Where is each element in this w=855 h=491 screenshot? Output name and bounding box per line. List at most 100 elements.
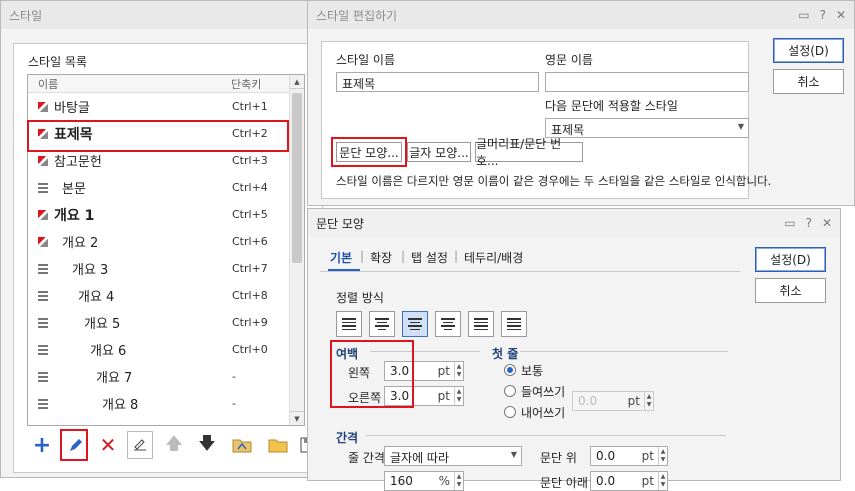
style-list-row[interactable]: 개요 1 Ctrl+5 [28, 201, 290, 228]
radio-indent[interactable] [504, 385, 516, 397]
style-name-field[interactable]: 표제목 [336, 72, 539, 92]
style-list-row[interactable]: 개요 7 - [28, 363, 290, 390]
style-name: 개요 8 [102, 398, 139, 413]
char-shape-button[interactable]: 글자 모양... [407, 142, 471, 162]
indent-indent-label: 들여쓰기 [521, 385, 566, 399]
edit-ok-button[interactable]: 설정(D) [773, 38, 844, 63]
style-list-row[interactable]: 개요 5 Ctrl+9 [28, 309, 290, 336]
para-ok-button[interactable]: 설정(D) [755, 247, 826, 272]
right-margin-unit: pt [437, 389, 450, 403]
style-list-title: 스타일 목록 [28, 55, 88, 69]
edit-button-highlight [60, 429, 88, 461]
style-shortcut: - [232, 370, 236, 383]
style-window-title: 스타일 [9, 8, 43, 23]
tab-extended[interactable]: 확장 [370, 249, 392, 266]
style-name: 개요 1 [54, 207, 95, 224]
style-name: 참고문헌 [54, 155, 102, 170]
tab-tab-settings[interactable]: 탭 설정 [411, 249, 448, 266]
add-style-icon[interactable]: + [29, 431, 55, 459]
style-shortcut: - [232, 397, 236, 410]
spin-arrows-icon[interactable]: ▲ ▼ [454, 387, 463, 405]
paragraph-shape-window: 문단 모양 ▭ ? ✕ 기본 | 확장 | 탭 설정 | 테두리/배경 정렬 방… [307, 208, 841, 491]
para-above-value: 0.0 [596, 449, 616, 463]
style-name-label: 스타일 이름 [336, 53, 396, 67]
comment-icon[interactable]: ▭ [784, 216, 795, 230]
style-list-row[interactable]: 개요 4 Ctrl+8 [28, 282, 290, 309]
style-list-row[interactable]: 개요 3 Ctrl+7 [28, 255, 290, 282]
style-name: 개요 3 [72, 263, 109, 278]
tab-border-background[interactable]: 테두리/배경 [464, 249, 523, 266]
style-list-row[interactable]: 개요 8 - [28, 390, 290, 417]
english-name-field[interactable] [545, 72, 749, 92]
align-justify-icon[interactable] [336, 311, 362, 337]
style-list-row[interactable]: 바탕글 Ctrl+1 [28, 93, 290, 120]
open-folder-icon[interactable] [265, 431, 291, 459]
move-up-icon[interactable]: 🡅 [161, 431, 187, 459]
style-list-scrollbar[interactable]: ▲ ▼ [289, 75, 304, 425]
style-name: 개요 4 [78, 290, 115, 305]
para-below-label: 문단 아래 [540, 476, 588, 490]
spin-arrows-icon[interactable]: ▲ ▼ [454, 362, 463, 380]
para-style-icon [38, 155, 48, 166]
para-below-unit: pt [641, 474, 654, 488]
para-above-input[interactable]: 0.0 pt ▲ ▼ [590, 446, 668, 466]
indent-unit: pt [627, 394, 640, 408]
align-left-icon[interactable] [369, 311, 395, 337]
style-shortcut: Ctrl+9 [232, 316, 268, 329]
style-name: 개요 6 [90, 344, 127, 359]
edit-window-title: 스타일 편집하기 [316, 8, 398, 23]
para-below-input[interactable]: 0.0 pt ▲ ▼ [590, 471, 668, 491]
line-spacing-percent-input[interactable]: 160 % ▲ ▼ [384, 471, 464, 491]
para-style-icon [38, 236, 48, 247]
para-below-value: 0.0 [596, 474, 616, 488]
radio-outdent[interactable] [504, 406, 516, 418]
style-list-row[interactable]: 개요 6 Ctrl+0 [28, 336, 290, 363]
help-icon[interactable]: ? [820, 8, 826, 22]
next-style-label: 다음 문단에 적용할 스타일 [545, 99, 678, 113]
spin-arrows-icon[interactable]: ▲ ▼ [644, 392, 653, 410]
spin-arrows-icon[interactable]: ▲ ▼ [658, 447, 667, 465]
move-down-icon[interactable]: 🡇 [194, 431, 220, 459]
para-window-title: 문단 모양 [316, 216, 364, 231]
edit-shape-icon[interactable] [127, 431, 153, 459]
style-list-row[interactable]: 개요 2 Ctrl+6 [28, 228, 290, 255]
help-icon[interactable]: ? [806, 216, 812, 230]
style-shortcut: Ctrl+8 [232, 289, 268, 302]
style-name: 개요 2 [62, 236, 99, 251]
indent-value: 0.0 [578, 394, 598, 408]
style-shortcut: Ctrl+3 [232, 154, 268, 167]
outline-style-icon [38, 182, 48, 193]
line-spacing-select[interactable]: 글자에 따라 ▼ [384, 446, 522, 466]
selected-row-highlight [27, 120, 289, 152]
spin-arrows-icon[interactable]: ▲ ▼ [454, 472, 463, 490]
style-list-row[interactable]: 본문 Ctrl+4 [28, 174, 290, 201]
para-cancel-button[interactable]: 취소 [755, 278, 826, 303]
scroll-up-icon[interactable]: ▲ [290, 75, 304, 89]
indent-value-input[interactable]: 0.0 pt ▲ ▼ [572, 391, 654, 411]
import-icon[interactable] [229, 431, 255, 459]
close-icon[interactable]: ✕ [822, 216, 832, 230]
align-distribute-icon[interactable] [468, 311, 494, 337]
spin-arrows-icon[interactable]: ▲ ▼ [658, 472, 667, 490]
align-right-icon[interactable] [435, 311, 461, 337]
style-name: 바탕글 [54, 101, 90, 116]
align-divide-icon[interactable] [501, 311, 527, 337]
line-spacing-percent: 160 [390, 474, 413, 488]
scroll-thumb[interactable] [292, 93, 302, 263]
bullet-numbering-button[interactable]: 글머리표/문단 번호... [475, 137, 583, 168]
outline-style-icon [38, 398, 48, 409]
scroll-down-icon[interactable]: ▼ [290, 411, 304, 425]
radio-normal[interactable] [504, 364, 516, 376]
delete-style-icon[interactable]: ✕ [95, 431, 121, 459]
close-icon[interactable]: ✕ [836, 8, 846, 22]
tab-divider [320, 271, 740, 272]
style-shortcut: Ctrl+0 [232, 343, 268, 356]
align-center-icon[interactable] [402, 311, 428, 337]
col-shortcut-header: 단축키 [231, 77, 262, 91]
style-edit-window: 스타일 편집하기 ▭ ? ✕ 스타일 이름 표제목 영문 이름 다음 문단에 적… [307, 0, 855, 206]
comment-icon[interactable]: ▭ [798, 8, 809, 22]
english-name-label: 영문 이름 [545, 53, 593, 67]
style-list-header: 이름 단축키 [28, 75, 304, 93]
edit-cancel-button[interactable]: 취소 [773, 69, 844, 94]
tab-basic[interactable]: 기본 [330, 249, 352, 266]
